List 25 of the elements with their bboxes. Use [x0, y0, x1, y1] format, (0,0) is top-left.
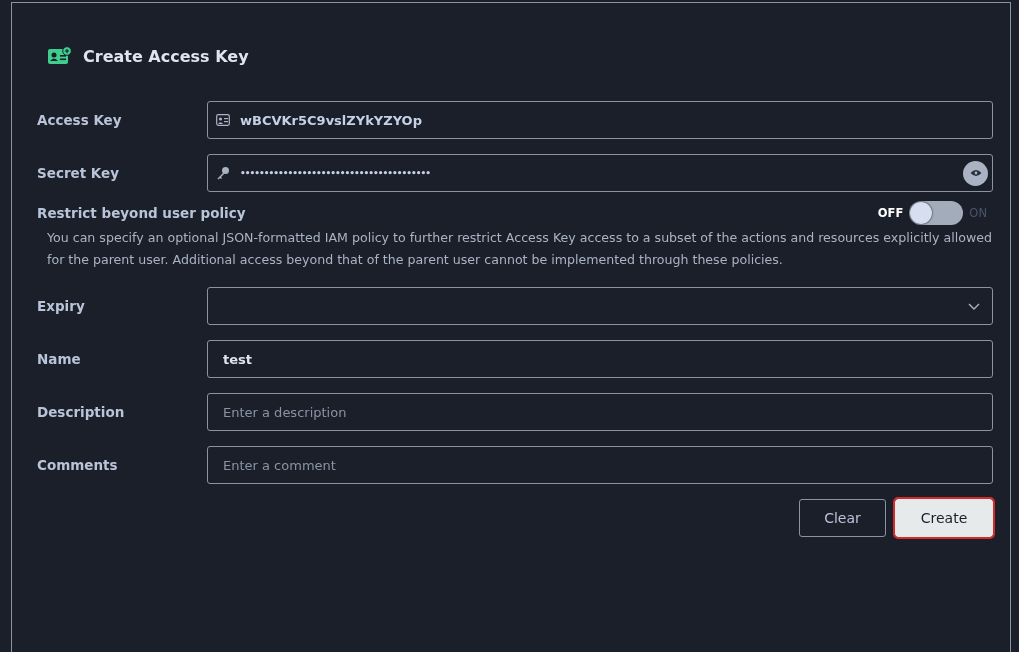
text-input-field[interactable]: Enter a comment — [207, 446, 993, 484]
off-label: OFF — [877, 206, 904, 220]
secret-key-field[interactable]: •••••••••••••••••••••••••••••••••••••••• — [207, 154, 993, 192]
restrict-label: Restrict beyond user policy — [37, 205, 246, 221]
field-label: Expiry — [37, 298, 86, 314]
field-label: Access Key — [37, 112, 123, 128]
create-button[interactable]: Create — [895, 499, 993, 537]
access-key-field[interactable]: wBCVKr5C9vslZYkYZYOp — [207, 101, 993, 139]
field-label: Name — [37, 351, 82, 367]
dialog-title: Create Access Key — [83, 46, 249, 66]
id-card-icon — [47, 46, 73, 66]
chevron-down-icon — [968, 302, 980, 310]
restrict-description: You can specify an optional JSON-formatted IAM policy to further restrict Access Key access to a subset of the actions and resources explicitly allowed for the parent user. Additional access beyond that of the parent user cannot be implemented through these policies. — [47, 229, 993, 269]
eye-icon — [969, 169, 982, 177]
id-card-icon — [216, 114, 230, 126]
restrict-toggle[interactable] — [909, 201, 964, 225]
field-label: Comments — [37, 457, 119, 473]
show-password-button[interactable] — [963, 160, 988, 186]
field-label: Description — [37, 404, 126, 420]
clear-button[interactable]: Clear — [799, 499, 886, 537]
field-label: Secret Key — [37, 165, 121, 181]
text-input-field[interactable]: test — [207, 340, 993, 378]
text-input-field[interactable]: Enter a description — [207, 393, 993, 431]
key-icon — [216, 166, 230, 180]
on-label: ON — [969, 206, 987, 220]
